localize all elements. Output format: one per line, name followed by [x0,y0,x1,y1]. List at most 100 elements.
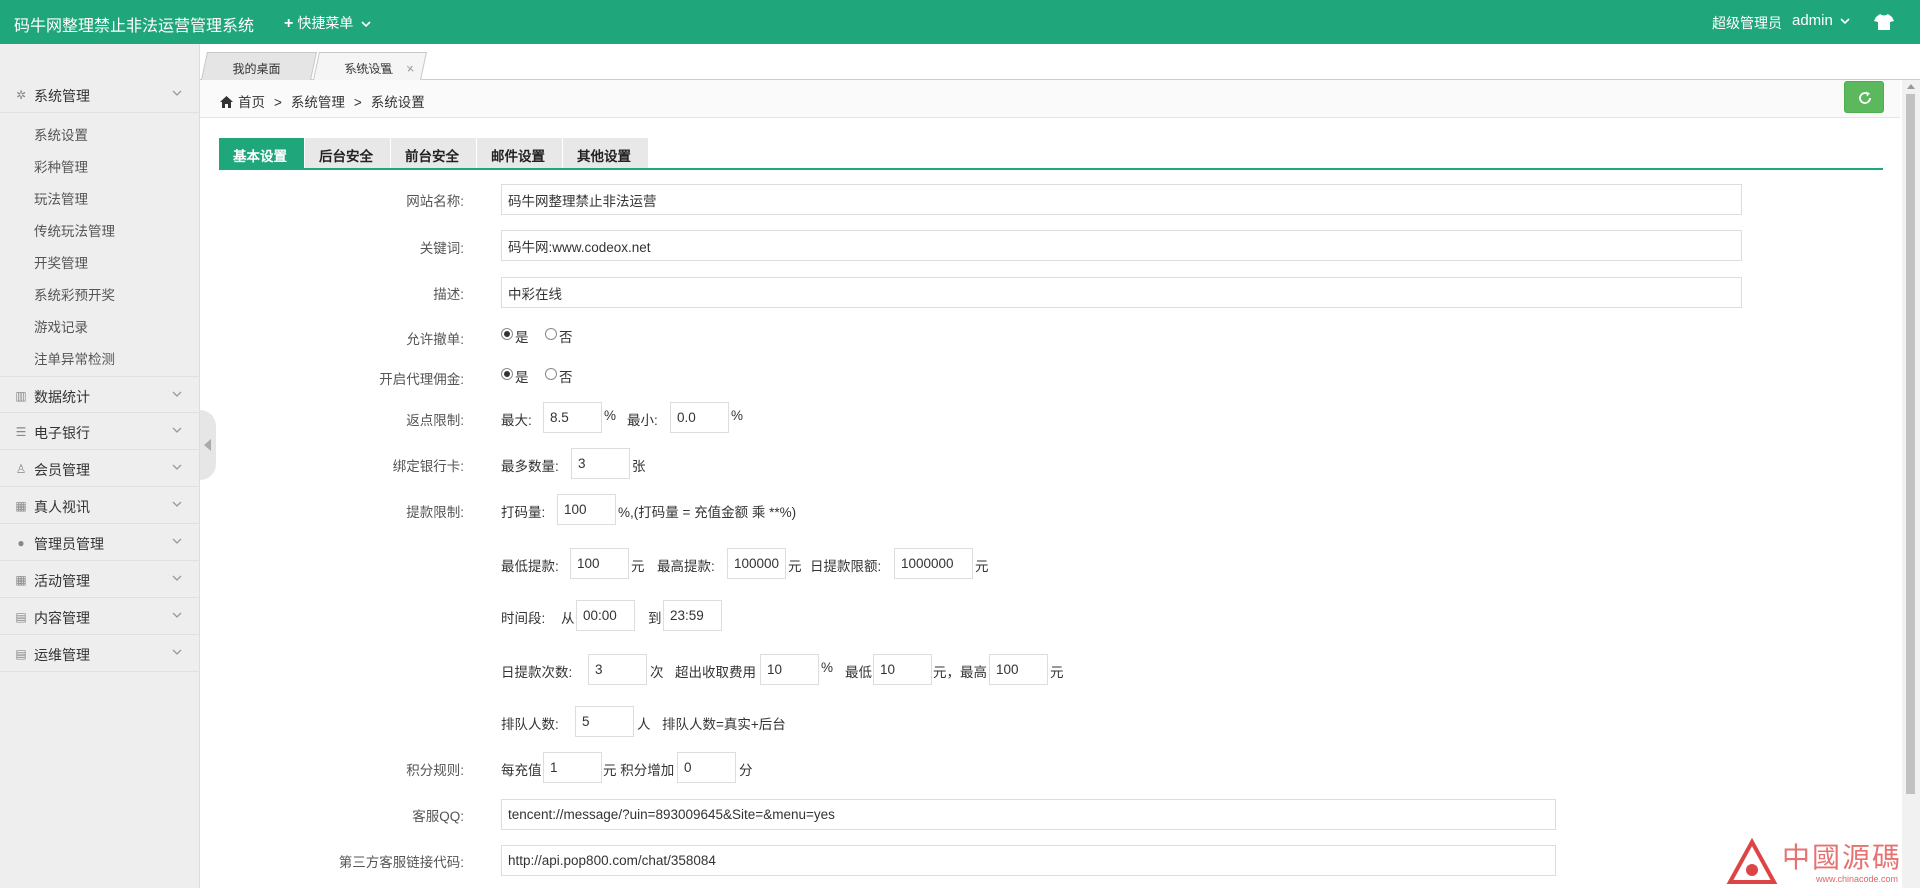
keywords-input[interactable] [501,230,1742,261]
queue-note: 排队人数=真实+后台 [662,717,786,732]
description-input[interactable] [501,277,1742,308]
tab-my-desktop[interactable]: 我的桌面 [201,52,317,80]
queue-unit: 人 [637,717,651,732]
quick-menu-label: 快捷菜单 [297,15,354,31]
points-add-input[interactable] [677,752,736,783]
sidebar-item-pre-draw[interactable]: 系统彩预开奖 [34,284,115,304]
site-name-input[interactable] [501,184,1742,215]
tab-other-settings[interactable]: 其他设置 [563,138,649,168]
percent-unit: % [731,408,744,423]
points-label: 积分规则: [406,763,464,778]
sidebar-item-traditional-play[interactable]: 传统玩法管理 [34,220,115,240]
tab-mail-settings[interactable]: 邮件设置 [477,138,563,168]
bank-card-max-label: 最多数量: [501,459,559,474]
app-title: 码牛网整理禁止非法运营管理系统 [14,18,255,35]
user-role: 超级管理员 [1712,15,1782,31]
daily-times-label: 日提款次数: [501,665,573,680]
daily-limit-label: 日提款限额: [810,559,882,574]
refresh-button[interactable] [1844,81,1884,113]
fee-max-input[interactable] [989,654,1048,685]
bet-amount-note: %,(打码量 = 充值金额 乘 **%) [618,505,797,520]
sidebar-group-content[interactable]: ▤ 内容管理 [0,598,200,635]
sidebar-group-label: 管理员管理 [34,536,104,552]
yuan-unit: 元 [631,559,645,574]
time-to-input[interactable] [663,600,722,631]
vertical-scrollbar[interactable] [1902,80,1920,888]
scrollbar-thumb[interactable] [1906,94,1915,794]
qq-input[interactable] [501,799,1556,830]
yuan-unit: 元 [788,559,802,574]
book-icon: ▤ [15,610,27,624]
fee-max-label: 元，最高 [933,665,987,680]
sidebar-item-lottery-types[interactable]: 彩种管理 [34,156,88,176]
chevron-down-icon [172,612,182,618]
sidebar-group-ops[interactable]: ▤ 运维管理 [0,635,200,672]
close-icon[interactable]: × [405,61,416,76]
points-per-input[interactable] [543,752,602,783]
sidebar-group-members[interactable]: ♙ 会员管理 [0,450,200,487]
bank-card-count-input[interactable] [571,448,630,479]
chevron-down-icon [361,21,371,28]
user-outline-icon: ♙ [15,462,27,476]
agent-commission-yes-radio[interactable] [501,368,513,380]
queue-input[interactable] [575,706,634,737]
to-label: 到 [648,611,662,626]
allow-cancel-no-radio[interactable] [545,328,557,340]
tab-basic-settings[interactable]: 基本设置 [219,138,305,168]
sidebar-group-activities[interactable]: ▦ 活动管理 [0,561,200,598]
book-icon: ▤ [15,647,27,661]
tab-frontend-security[interactable]: 前台安全 [391,138,477,168]
rebate-min-input[interactable] [670,402,729,433]
bank-card-label: 绑定银行卡: [392,459,464,474]
sidebar: ✲ 系统管理 系统设置 彩种管理 玩法管理 传统玩法管理 开奖管理 系统彩预开奖… [0,44,200,888]
breadcrumb-home[interactable]: 首页 [238,95,265,110]
sidebar-item-draw-management[interactable]: 开奖管理 [34,252,88,272]
chevron-down-icon [172,464,182,470]
third-party-input[interactable] [501,845,1556,876]
rebate-max-input[interactable] [543,402,602,433]
scroll-up-icon[interactable] [1907,84,1915,89]
chevron-down-icon [172,391,182,397]
percent-unit: % [821,660,834,675]
skin-icon[interactable] [1874,13,1894,31]
withdraw-label: 提款限制: [406,505,464,520]
fee-min-input[interactable] [873,654,932,685]
user-menu[interactable]: admin [1792,12,1850,29]
quick-menu-button[interactable]: + 快捷菜单 [284,13,371,33]
rebate-max-label: 最大: [501,413,532,428]
sidebar-group-statistics[interactable]: ▥ 数据统计 [0,376,200,413]
sidebar-item-system-settings[interactable]: 系统设置 [34,124,88,144]
settings-tabs: 基本设置 后台安全 前台安全 邮件设置 其他设置 [219,138,1883,170]
daily-times-input[interactable] [588,654,647,685]
breadcrumb-level1[interactable]: 系统管理 [291,95,345,110]
chevron-down-icon [172,90,182,96]
max-withdraw-input[interactable] [727,548,786,579]
sidebar-item-play-methods[interactable]: 玩法管理 [34,188,88,208]
min-withdraw-input[interactable] [570,548,629,579]
sidebar-group-live-video[interactable]: ▦ 真人视讯 [0,487,200,524]
fee-percent-input[interactable] [760,654,819,685]
breadcrumb-separator: > [353,95,362,110]
bet-amount-label: 打码量: [501,505,546,520]
sidebar-group-label: 活动管理 [34,573,90,589]
tab-system-settings[interactable]: 系统设置 × [313,52,427,80]
agent-commission-no-radio[interactable] [545,368,557,380]
sidebar-group-system[interactable]: ✲ 系统管理 [0,76,200,113]
daily-limit-input[interactable] [894,548,973,579]
tab-label: 系统设置 [343,62,395,76]
keywords-label: 关键词: [419,241,464,256]
sidebar-item-bet-anomaly[interactable]: 注单异常检测 [34,348,115,368]
points-mid-label: 元 积分增加 [603,763,675,778]
top-header: 码牛网整理禁止非法运营管理系统 + 快捷菜单 超级管理员 admin [0,0,1920,44]
third-party-label: 第三方客服链接代码: [338,855,464,870]
time-from-input[interactable] [576,600,635,631]
watermark-url: www.chinacode.com [1816,874,1899,884]
allow-cancel-yes-radio[interactable] [501,328,513,340]
chevron-down-icon [172,649,182,655]
bet-amount-input[interactable] [557,494,616,525]
sidebar-item-game-records[interactable]: 游戏记录 [34,316,88,336]
tab-backend-security[interactable]: 后台安全 [305,138,391,168]
sidebar-group-admins[interactable]: ● 管理员管理 [0,524,200,561]
queue-label: 排队人数: [501,717,559,732]
sidebar-group-ebank[interactable]: ☰ 电子银行 [0,413,200,450]
